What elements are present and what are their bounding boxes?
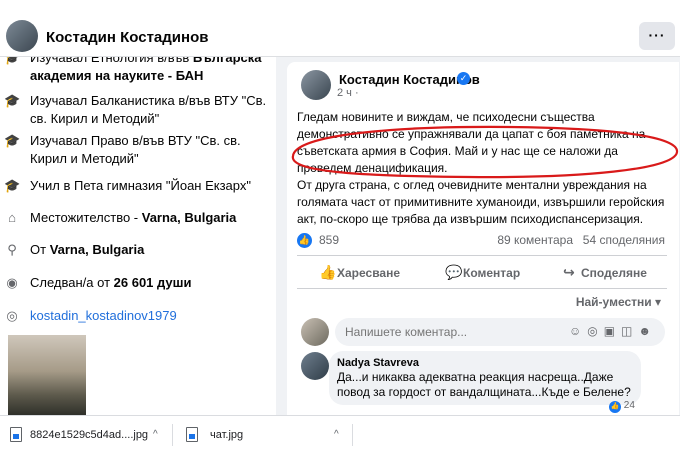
profile-header: Костадин Костадинов ··· [0, 0, 680, 57]
comment-reactions-count: 24 [623, 400, 635, 411]
share-icon: ↪ [563, 264, 575, 280]
comment-text: Да...и никаква адекватна реакция насреща… [337, 370, 631, 399]
comment-tools-icons[interactable]: ☺◎▣◫☻ [569, 324, 657, 338]
comment-button[interactable]: 💬Коментар [445, 261, 520, 283]
photo-thumbnail[interactable] [8, 335, 86, 415]
comment-button-label: Коментар [463, 266, 521, 280]
more-options-button[interactable]: ··· [639, 22, 675, 50]
chevron-up-icon[interactable]: ^ [153, 416, 158, 453]
intro-residence-label: Местожителство - [30, 210, 142, 225]
post-paragraph-2: От друга страна, с оглед очевидните мент… [297, 178, 665, 226]
post-timestamp[interactable]: 2 ч · [337, 87, 359, 99]
like-button-label: Харесване [337, 266, 401, 280]
commenter-name[interactable]: Nadya Stavreva [337, 357, 419, 369]
location-pin-icon: ⚲ [7, 242, 17, 257]
post-stats: 👍 859 89 коментара 54 споделяния [297, 232, 669, 250]
divider [172, 424, 173, 446]
divider [297, 255, 667, 256]
post-paragraph-1: Гледам новините и виждам, че психодесни … [297, 110, 646, 175]
intro-followers-label: Следван/а от [30, 275, 114, 290]
share-button[interactable]: ↪ Споделяне [563, 261, 647, 283]
intro-residence-place[interactable]: Varna, Bulgaria [142, 210, 237, 225]
current-user-avatar[interactable] [301, 318, 329, 346]
intro-from-place[interactable]: Varna, Bulgaria [50, 242, 145, 257]
commenter-avatar[interactable] [301, 352, 329, 380]
comment-sort-dropdown[interactable]: Най-уместни ▾ [576, 295, 661, 309]
home-icon: ⌂ [8, 210, 16, 225]
chevron-up-icon[interactable]: ^ [334, 416, 339, 453]
comment-input[interactable] [345, 324, 525, 340]
download-item-2[interactable]: чат.jpg [210, 416, 243, 453]
post-author-avatar[interactable] [301, 70, 331, 100]
download-item-1[interactable]: 8824e1529c5d4ad....jpg [30, 416, 148, 453]
post-card: Костадин Костадинов ✓ 2 ч · Гледам новин… [287, 62, 679, 415]
comment-reactions[interactable]: 👍 24 [609, 400, 635, 413]
file-icon [186, 427, 198, 442]
profile-name[interactable]: Костадин Костадинов [46, 29, 208, 46]
intro-school-text: Учил в Пета гимназия "Йоан Екзарх" [30, 178, 251, 193]
shares-count[interactable]: 54 споделяния [583, 233, 665, 247]
comment-icon: 💬 [445, 264, 463, 280]
like-button[interactable]: 👍Харесване [319, 261, 400, 283]
comment-input-box: ☺◎▣◫☻ [335, 318, 665, 346]
intro-followers-count[interactable]: 26 601 души [114, 275, 192, 290]
intro-study-2-text: Изучавал Балканистика в/във ВТУ "Св. св.… [30, 93, 267, 126]
graduation-cap-icon: 🎓 [4, 133, 21, 148]
share-button-label: Споделяне [581, 266, 647, 280]
instagram-icon: ◎ [6, 308, 18, 323]
avatar[interactable] [6, 20, 38, 52]
divider [297, 288, 667, 289]
rss-icon: ◉ [6, 275, 18, 290]
download-bar: 8824e1529c5d4ad....jpg ^ чат.jpg ^ [0, 415, 680, 453]
graduation-cap-icon: 🎓 [4, 93, 21, 108]
thumbs-up-icon: 👍 [297, 233, 312, 248]
thumbs-up-icon: 👍 [609, 401, 621, 413]
graduation-cap-icon: 🎓 [4, 57, 21, 65]
graduation-cap-icon: 🎓 [4, 178, 21, 193]
thumbs-up-icon: 👍 [319, 264, 337, 280]
comment-bubble: Nadya Stavreva Да...и никаква адекватна … [329, 351, 641, 405]
intro-study-1-text: Изучавал Етнология в/във [30, 57, 193, 65]
reactions-count[interactable]: 859 [319, 233, 339, 247]
divider [352, 424, 353, 446]
verified-badge-icon: ✓ [457, 72, 470, 85]
intro-study-3-text: Изучавал Право в/във ВТУ "Св. св. Кирил … [30, 133, 241, 166]
intro-from-label: От [30, 242, 50, 257]
comments-count[interactable]: 89 коментара [497, 233, 573, 247]
intro-panel: 🎓 Изучавал Етнология в/във Българска ака… [0, 57, 276, 415]
file-icon [10, 427, 22, 442]
instagram-link[interactable]: kostadin_kostadinov1979 [30, 307, 270, 325]
